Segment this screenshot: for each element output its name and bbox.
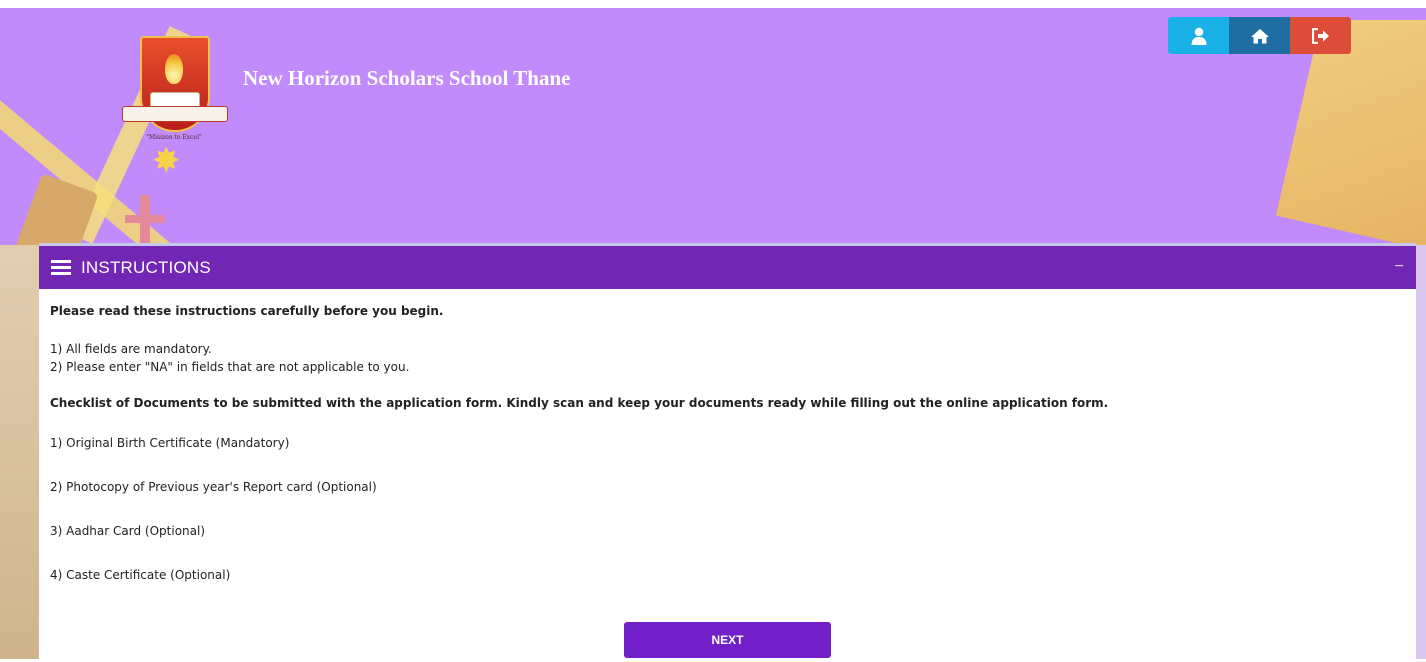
school-name: New Horizon Scholars School Thane [243,66,571,90]
hamburger-icon [51,260,71,275]
next-button[interactable]: NEXT [624,622,831,658]
document-item: 1) Original Birth Certificate (Mandatory… [50,436,290,450]
page-header: "Mission to Excel" ✸ New Horizon Scholar… [0,0,1426,245]
profile-button[interactable] [1168,17,1229,54]
panel-title: INSTRUCTIONS [81,257,211,277]
panel-body: Please read these instructions carefully… [39,289,1416,582]
top-nav-buttons [1168,17,1351,54]
user-icon [1191,27,1206,45]
instructions-panel: INSTRUCTIONS − Please read these instruc… [39,243,1416,662]
sign-out-icon [1311,27,1329,44]
panel-header: INSTRUCTIONS − [39,246,1416,289]
star-icon: ✸ [152,141,181,181]
rule-item: 1) All fields are mandatory. [50,342,212,356]
intro-text: Please read these instructions carefully… [50,304,444,318]
document-item: 2) Photocopy of Previous year's Report c… [50,480,377,494]
top-strip [0,0,1426,8]
school-logo: "Mission to Excel" ✸ [122,36,228,186]
cross-decoration-bar [125,215,165,223]
rule-item: 2) Please enter "NA" in fields that are … [50,360,410,374]
right-decoration [1416,245,1426,659]
document-item: 4) Caste Certificate (Optional) [50,568,231,582]
collapse-button[interactable]: − [1395,258,1404,276]
home-icon [1250,28,1269,43]
document-item: 3) Aadhar Card (Optional) [50,524,206,538]
logo-motto: "Mission to Excel" [146,134,202,141]
flame-icon [165,54,183,84]
home-button[interactable] [1229,17,1290,54]
logo-banner [122,106,228,122]
checklist-title: Checklist of Documents to be submitted w… [50,396,1109,410]
left-decoration [0,245,39,659]
logout-button[interactable] [1290,17,1351,54]
